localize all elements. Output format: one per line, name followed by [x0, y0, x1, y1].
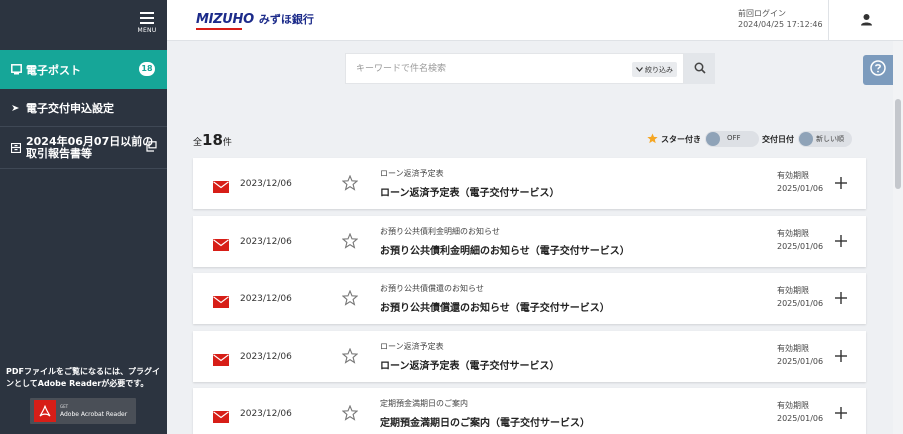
- document-row[interactable]: 2023/12/06 お預り公共債利金明細のお知らせ お預り公共債利金明細のお知…: [193, 216, 866, 267]
- mailbox-icon: [10, 64, 22, 76]
- count-value: 18: [202, 131, 223, 149]
- mail-icon: [213, 351, 229, 366]
- external-window-icon: [146, 141, 157, 152]
- mail-icon: [213, 178, 229, 193]
- delivery-date: 2023/12/06: [240, 352, 292, 362]
- delivery-date: 2023/12/06: [240, 179, 292, 189]
- sidebar-item-label: 2024年06月07日以前の 取引報告書等: [26, 134, 154, 160]
- archive-icon: [10, 142, 22, 154]
- sidebar-item-e-post[interactable]: 電子ポスト 18: [0, 50, 167, 89]
- page-scrollbar[interactable]: [893, 41, 903, 434]
- star-filled-icon: [647, 132, 661, 146]
- adobe-reader-download-button[interactable]: GET Adobe Acrobat Reader: [30, 398, 136, 424]
- document-category: 定期預金満期日のご案内: [380, 399, 468, 408]
- starred-filter-label: スター付き: [661, 134, 701, 144]
- brand-ja: みずほ銀行: [258, 13, 314, 26]
- expand-plus-icon[interactable]: [834, 175, 848, 189]
- list-controls: スター付き OFF 交付日付 新しい順: [647, 131, 855, 147]
- sidebar-item-old-reports[interactable]: 2024年06月07日以前の 取引報告書等: [0, 127, 167, 169]
- expand-plus-icon[interactable]: [834, 348, 848, 362]
- sort-date-label: 交付日付: [762, 134, 794, 144]
- star-outline-icon[interactable]: [341, 289, 359, 306]
- mail-icon: [213, 408, 229, 423]
- last-login-time: 2024/04/25 17:12:46: [738, 20, 823, 29]
- brand-en: MIZUHO: [196, 11, 254, 30]
- expiry-label: 有効期限: [777, 171, 809, 180]
- expand-plus-icon[interactable]: [834, 290, 848, 304]
- help-button[interactable]: [863, 55, 893, 85]
- document-title: お預り公共債利金明細のお知らせ（電子交付サービス）: [380, 246, 630, 257]
- expiry-date: 2025/01/06: [777, 299, 824, 308]
- document-title: 定期預金満期日のご案内（電子交付サービス）: [380, 418, 590, 429]
- search-icon: [694, 59, 706, 78]
- document-category: ローン返済予定表: [380, 169, 444, 178]
- expiry-date: 2025/01/06: [777, 357, 824, 366]
- filter-label: 絞り込み: [645, 65, 673, 74]
- sidebar-item-label: 電子交付申込設定: [26, 101, 114, 115]
- date-sort-state: 新しい順: [816, 135, 844, 143]
- document-category: お預り公共債償還のお知らせ: [380, 284, 484, 293]
- expiry-label: 有効期限: [777, 286, 809, 295]
- mail-icon: [213, 293, 229, 308]
- expiry-date: 2025/01/06: [777, 414, 824, 423]
- hamburger-icon: [140, 12, 154, 24]
- document-row[interactable]: 2023/12/06 ローン返済予定表 ローン返済予定表（電子交付サービス） 有…: [193, 331, 866, 382]
- document-category: お預り公共債利金明細のお知らせ: [380, 227, 500, 236]
- search-box: 絞り込み: [345, 53, 684, 84]
- adobe-reader-label: Adobe Acrobat Reader: [60, 411, 128, 418]
- star-outline-icon[interactable]: [341, 347, 359, 364]
- count-suffix: 件: [222, 138, 232, 148]
- toggle-knob: [799, 132, 813, 146]
- delivery-date: 2023/12/06: [240, 237, 292, 247]
- header: MIZUHO みずほ銀行 前回ログイン 2024/04/25 17:12:46: [167, 0, 903, 41]
- document-row[interactable]: 2023/12/06 ローン返済予定表 ローン返済予定表（電子交付サービス） 有…: [193, 158, 866, 209]
- expiry-date: 2025/01/06: [777, 242, 824, 251]
- toggle-knob: [706, 132, 720, 146]
- chevron-down-icon: [636, 66, 645, 74]
- menu-label: MENU: [137, 27, 157, 34]
- filter-dropdown[interactable]: 絞り込み: [632, 62, 677, 77]
- unread-count-badge: 18: [139, 62, 155, 76]
- star-outline-icon[interactable]: [341, 232, 359, 249]
- arrow-right-icon: [10, 102, 22, 114]
- user-menu-button[interactable]: [828, 0, 903, 40]
- expand-plus-icon[interactable]: [834, 405, 848, 419]
- mail-icon: [213, 236, 229, 251]
- starred-toggle-state: OFF: [727, 134, 741, 142]
- expiry-date: 2025/01/06: [777, 184, 824, 193]
- mizuho-logo[interactable]: MIZUHO みずほ銀行: [196, 11, 314, 30]
- document-row[interactable]: 2023/12/06 定期預金満期日のご案内 定期預金満期日のご案内（電子交付サ…: [193, 388, 866, 434]
- total-count: 全18件: [193, 131, 232, 149]
- sidebar-item-e-delivery-settings[interactable]: 電子交付申込設定: [0, 89, 167, 127]
- starred-toggle[interactable]: OFF: [705, 131, 759, 147]
- star-outline-icon[interactable]: [341, 174, 359, 191]
- pdf-plugin-note: PDFファイルをご覧になるには、プラグインとしてAdobe Readerが必要で…: [6, 367, 160, 388]
- count-prefix: 全: [193, 138, 203, 148]
- search-input[interactable]: [356, 62, 616, 76]
- expiry-label: 有効期限: [777, 229, 809, 238]
- scrollbar-thumb[interactable]: [895, 99, 901, 189]
- adobe-acrobat-logo-icon: [34, 400, 56, 422]
- expiry-label: 有効期限: [777, 401, 809, 410]
- delivery-date: 2023/12/06: [240, 294, 292, 304]
- document-row[interactable]: 2023/12/06 お預り公共債償還のお知らせ お預り公共債償還のお知らせ（電…: [193, 273, 866, 324]
- user-icon: [860, 11, 873, 30]
- expiry-label: 有効期限: [777, 344, 809, 353]
- date-sort-toggle[interactable]: 新しい順: [798, 131, 852, 147]
- document-title: ローン返済予定表（電子交付サービス）: [380, 188, 560, 199]
- sidebar: MENU 電子ポスト 18 電子交付申込設定 2024年06月07日以前の 取引報…: [0, 0, 167, 434]
- star-outline-icon[interactable]: [341, 404, 359, 421]
- document-title: ローン返済予定表（電子交付サービス）: [380, 361, 560, 372]
- delivery-date: 2023/12/06: [240, 409, 292, 419]
- menu-button[interactable]: MENU: [130, 10, 164, 38]
- last-login-info: 前回ログイン 2024/04/25 17:12:46: [738, 8, 823, 30]
- sidebar-item-label: 電子ポスト: [26, 63, 81, 77]
- adobe-get-label: GET: [60, 404, 69, 409]
- last-login-label: 前回ログイン: [738, 9, 786, 18]
- expand-plus-icon[interactable]: [834, 233, 848, 247]
- document-title: お預り公共債償還のお知らせ（電子交付サービス）: [380, 303, 610, 314]
- search-button[interactable]: [684, 53, 715, 84]
- question-mark-icon: [870, 60, 886, 80]
- document-category: ローン返済予定表: [380, 342, 444, 351]
